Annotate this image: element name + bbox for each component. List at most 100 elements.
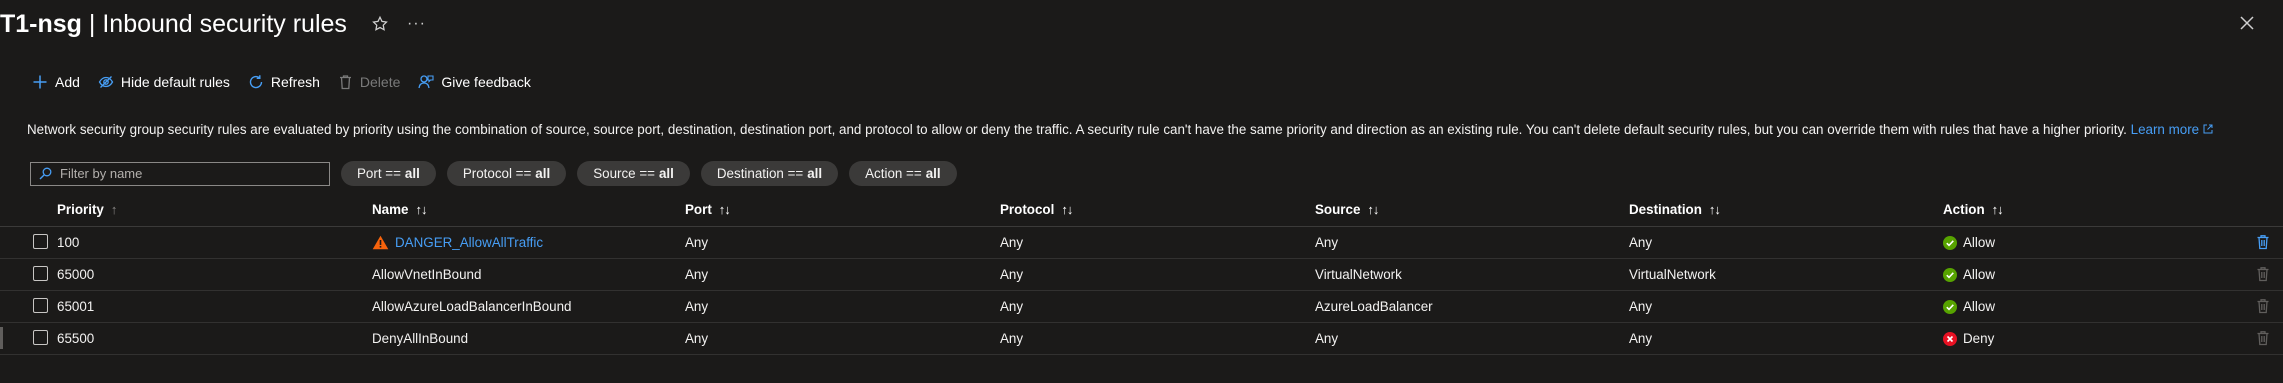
filter-pill-destination[interactable]: Destination == all bbox=[700, 161, 839, 186]
delete-rule-icon-disabled bbox=[2257, 267, 2269, 282]
sort-icon: ↑↓ bbox=[415, 202, 427, 217]
info-text: Network security group security rules ar… bbox=[27, 122, 2127, 137]
hide-default-rules-button[interactable]: Hide default rules bbox=[98, 74, 230, 90]
sort-ascending-icon: ↑ bbox=[110, 202, 118, 217]
row-checkbox[interactable] bbox=[33, 298, 48, 313]
row-focus-marker bbox=[0, 327, 3, 349]
rule-name-link[interactable]: DANGER_AllowAllTraffic bbox=[395, 235, 543, 250]
refresh-label: Refresh bbox=[270, 74, 320, 90]
filter-pill-value: all bbox=[535, 166, 551, 181]
add-button[interactable]: Add bbox=[32, 74, 80, 90]
filter-pill-protocol[interactable]: Protocol == all bbox=[446, 161, 567, 186]
learn-more-link[interactable]: Learn more bbox=[2131, 122, 2213, 137]
column-header-protocol[interactable]: Protocol ↑↓ bbox=[1000, 202, 1073, 217]
port-cell: Any bbox=[685, 235, 709, 250]
column-label: Source bbox=[1315, 202, 1361, 217]
source-cell: VirtualNetwork bbox=[1315, 267, 1402, 282]
filter-pill-label: Action == bbox=[865, 166, 922, 181]
delete-icon bbox=[339, 75, 351, 90]
table-row[interactable]: 65001 AllowAzureLoadBalancerInBound Any … bbox=[0, 291, 2283, 323]
row-checkbox[interactable] bbox=[33, 266, 48, 281]
sort-icon: ↑↓ bbox=[1991, 202, 2004, 217]
action-cell: Allow bbox=[1943, 235, 1995, 250]
delete-rule-icon[interactable] bbox=[2256, 234, 2270, 250]
column-header-source[interactable]: Source ↑↓ bbox=[1315, 202, 1379, 217]
filter-pill-port[interactable]: Port == all bbox=[341, 161, 436, 186]
refresh-button[interactable]: Refresh bbox=[248, 74, 320, 90]
priority-cell: 65500 bbox=[57, 331, 95, 346]
allow-check-icon bbox=[1943, 267, 1957, 282]
port-cell: Any bbox=[685, 331, 709, 346]
action-label: Deny bbox=[1963, 331, 1995, 346]
sort-icon: ↑↓ bbox=[718, 202, 731, 217]
filter-pill-value: all bbox=[925, 166, 941, 181]
deny-x-icon bbox=[1943, 331, 1957, 346]
filter-pill-label: Port == bbox=[357, 166, 401, 181]
column-header-destination[interactable]: Destination ↑↓ bbox=[1629, 202, 1721, 217]
star-icon[interactable] bbox=[371, 15, 389, 33]
column-header-action[interactable]: Action ↑↓ bbox=[1943, 202, 2004, 217]
search-icon bbox=[39, 167, 52, 180]
add-icon bbox=[33, 75, 47, 89]
name-cell: DenyAllInBound bbox=[372, 331, 469, 346]
more-options-icon[interactable]: ··· bbox=[407, 15, 426, 33]
filter-pill-label: Source == bbox=[593, 166, 655, 181]
hide-eye-icon bbox=[98, 76, 114, 88]
protocol-cell: Any bbox=[1000, 299, 1024, 314]
title-bar: T1-nsg | Inbound security rules ··· bbox=[0, 8, 426, 40]
external-link-icon bbox=[2203, 124, 2213, 134]
column-label: Port bbox=[685, 202, 712, 217]
column-label: Priority bbox=[57, 202, 104, 217]
action-cell: Allow bbox=[1943, 267, 1995, 282]
filter-by-name-box[interactable] bbox=[30, 161, 330, 186]
blade-name: Inbound security rules bbox=[102, 9, 347, 38]
warning-icon bbox=[372, 235, 389, 250]
column-header-name[interactable]: Name ↑↓ bbox=[372, 202, 427, 217]
filter-pill-value: all bbox=[658, 166, 674, 181]
give-feedback-button[interactable]: Give feedback bbox=[418, 74, 531, 90]
table-row[interactable]: 65500 DenyAllInBound Any Any Any Any Den… bbox=[0, 323, 2283, 355]
column-label: Action bbox=[1943, 202, 1985, 217]
destination-cell: Any bbox=[1629, 331, 1653, 346]
protocol-cell: Any bbox=[1000, 331, 1024, 346]
delete-label: Delete bbox=[359, 74, 401, 90]
filter-pill-value: all bbox=[807, 166, 823, 181]
filter-pill-source[interactable]: Source == all bbox=[577, 161, 690, 186]
table-row[interactable]: 65000 AllowVnetInBound Any Any VirtualNe… bbox=[0, 259, 2283, 291]
action-label: Allow bbox=[1963, 299, 1995, 314]
action-cell: Deny bbox=[1943, 331, 1994, 346]
feedback-icon bbox=[418, 75, 434, 89]
priority-cell: 100 bbox=[57, 235, 80, 250]
delete-button[interactable]: Delete bbox=[338, 74, 400, 90]
table-header: Priority ↑ Name ↑↓ Port ↑↓ Protocol ↑↓ Sourc… bbox=[0, 196, 2283, 227]
filter-pill-action[interactable]: Action == all bbox=[849, 161, 957, 186]
name-cell: AllowVnetInBound bbox=[372, 267, 482, 282]
refresh-icon bbox=[249, 75, 263, 89]
filter-pill-label: Protocol == bbox=[462, 166, 532, 181]
column-label: Name bbox=[372, 202, 409, 217]
close-icon[interactable] bbox=[2239, 15, 2255, 31]
source-cell: AzureLoadBalancer bbox=[1315, 299, 1433, 314]
give-feedback-label: Give feedback bbox=[441, 74, 531, 90]
row-checkbox[interactable] bbox=[33, 330, 48, 345]
filter-by-name-input[interactable] bbox=[58, 165, 322, 182]
row-checkbox[interactable] bbox=[33, 234, 48, 249]
protocol-cell: Any bbox=[1000, 235, 1024, 250]
info-description: Network security group security rules ar… bbox=[27, 122, 2213, 137]
sort-icon: ↑↓ bbox=[1367, 202, 1379, 217]
delete-rule-icon-disabled bbox=[2257, 299, 2269, 314]
table-row[interactable]: 100 DANGER_AllowAllTraffic Any Any Any A… bbox=[0, 227, 2283, 259]
column-header-priority[interactable]: Priority ↑ bbox=[57, 202, 117, 217]
column-header-port[interactable]: Port ↑↓ bbox=[685, 202, 731, 217]
filter-pill-value: all bbox=[404, 166, 420, 181]
column-label: Protocol bbox=[1000, 202, 1055, 217]
sort-icon: ↑↓ bbox=[1061, 202, 1073, 217]
filter-pill-label: Destination == bbox=[716, 166, 804, 181]
sort-icon: ↑↓ bbox=[1708, 202, 1721, 217]
port-cell: Any bbox=[685, 267, 709, 282]
security-rules-table: Priority ↑ Name ↑↓ Port ↑↓ Protocol ↑↓ Sourc… bbox=[0, 196, 2283, 355]
source-cell: Any bbox=[1315, 331, 1339, 346]
name-cell: AllowAzureLoadBalancerInBound bbox=[372, 299, 572, 314]
action-label: Allow bbox=[1963, 267, 1995, 282]
priority-cell: 65001 bbox=[57, 299, 95, 314]
